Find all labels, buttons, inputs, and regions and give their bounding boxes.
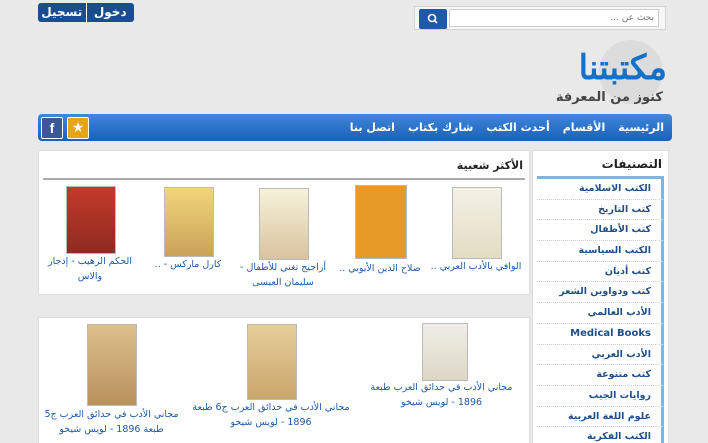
- popular-title: الأكثر شعبية: [456, 159, 523, 172]
- latest-books-panel: مجاني الأدب في حدائق العرب طبعة 1896 - ل…: [38, 317, 530, 443]
- favorite-star-icon[interactable]: ★: [67, 117, 89, 139]
- category-item[interactable]: كتب أديان: [537, 261, 664, 283]
- book-cover[interactable]: [87, 324, 137, 406]
- category-item[interactable]: علوم اللغة العربية: [537, 406, 664, 428]
- category-item[interactable]: الكتب الاسلامية: [537, 179, 664, 200]
- logo-name: مكتبتنا: [578, 48, 668, 88]
- book-title-link[interactable]: الحكم الرهيب - إدجار والاس: [44, 254, 136, 284]
- site-logo[interactable]: مكتبتنا كنوز من المعرفة: [555, 38, 669, 110]
- book-title-link[interactable]: أراجيج تغني للأطفال - سليمان العيسى: [233, 260, 333, 290]
- nav-item-sections[interactable]: الأقسام: [563, 121, 606, 134]
- nav-item-home[interactable]: الرئيسية: [618, 121, 664, 134]
- book-cover[interactable]: [66, 186, 116, 254]
- search-button[interactable]: [419, 9, 447, 29]
- category-item[interactable]: الأدب العربي: [537, 344, 664, 366]
- book-cover[interactable]: [452, 187, 502, 259]
- book-title-link[interactable]: مجاني الأدب في حدائق العرب ج5 طبعة 1896 …: [39, 407, 184, 437]
- book-title-link[interactable]: صلاح الدين الأيوبي ..: [331, 261, 429, 276]
- main-nav: الرئيسية الأقسام أحدث الكتب شارك بكتاب ا…: [38, 114, 672, 141]
- search-input[interactable]: [449, 9, 659, 27]
- book-cover[interactable]: [259, 188, 309, 260]
- logo-tagline: كنوز من المعرفة: [555, 90, 663, 105]
- book-title-link[interactable]: الوافي بالأدب العربي ..: [427, 259, 525, 274]
- categories-sidebar: التصنيفات الكتب الاسلامية كتب التاريخ كت…: [532, 150, 669, 443]
- book-title-link[interactable]: مجاني الأدب في حدائق العرب ج6 طبعة 1896 …: [191, 400, 351, 430]
- category-item[interactable]: الكتب السياسية: [537, 241, 664, 262]
- book-cover[interactable]: [247, 324, 297, 400]
- category-item[interactable]: الكتب الفكرية: [537, 427, 664, 443]
- popular-books-panel: الأكثر شعبية الوافي بالأدب العربي .. صلا…: [38, 150, 530, 295]
- book-cover[interactable]: [422, 323, 468, 381]
- category-item[interactable]: كتب الأطفال: [537, 220, 664, 242]
- login-button[interactable]: دخول: [87, 3, 135, 22]
- book-cover[interactable]: [164, 187, 214, 257]
- popular-title-rule: [43, 178, 525, 180]
- search-box: [414, 6, 666, 30]
- category-item[interactable]: Medical Books: [537, 323, 664, 345]
- category-item[interactable]: كتب متنوعة: [537, 365, 664, 386]
- category-item[interactable]: كتب ودواوين الشعر: [537, 282, 664, 304]
- register-button[interactable]: تسجيل: [38, 3, 86, 22]
- book-title-link[interactable]: كارل ماركس - ..: [142, 257, 234, 272]
- nav-item-share-book[interactable]: شارك بكتاب: [408, 121, 473, 134]
- category-item[interactable]: الأدب العالمي: [537, 303, 664, 324]
- auth-buttons: تسجيل دخول: [38, 3, 134, 22]
- category-item[interactable]: كتب التاريخ: [537, 199, 664, 221]
- search-icon: [427, 13, 438, 24]
- book-cover[interactable]: [355, 185, 407, 259]
- category-item[interactable]: روايات الجيب: [537, 385, 664, 407]
- book-title-link[interactable]: مجاني الأدب في حدائق العرب طبعة 1896 - ل…: [369, 380, 514, 410]
- facebook-icon[interactable]: f: [41, 117, 63, 139]
- nav-item-latest[interactable]: أحدث الكتب: [486, 121, 549, 134]
- categories-title: التصنيفات: [601, 157, 662, 171]
- nav-item-contact[interactable]: اتصل بنا: [350, 121, 395, 134]
